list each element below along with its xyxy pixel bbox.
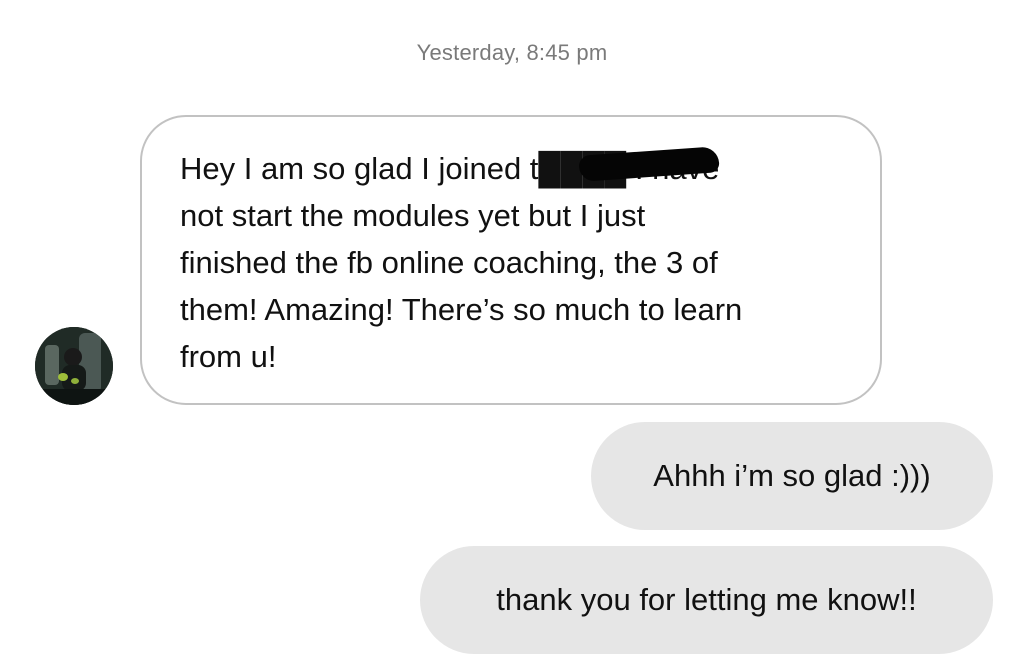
incoming-message-bubble[interactable]: Hey I am so glad I joined t████ I have n…: [140, 115, 882, 405]
message-timestamp: Yesterday, 8:45 pm: [416, 40, 608, 65]
sender-avatar[interactable]: [35, 327, 113, 405]
incoming-message-text: Hey I am so glad I joined t████ I have n…: [180, 151, 743, 374]
outgoing-message-text: thank you for letting me know!!: [496, 582, 917, 617]
avatar-photo-icon: [35, 327, 113, 405]
outgoing-message-bubble[interactable]: Ahhh i’m so glad :))): [591, 422, 993, 530]
outgoing-message-bubble[interactable]: thank you for letting me know!!: [420, 546, 993, 654]
outgoing-message-text: Ahhh i’m so glad :))): [653, 458, 931, 493]
